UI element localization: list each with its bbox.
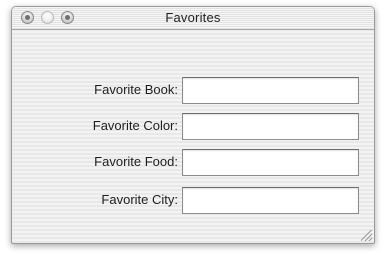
favorite-book-field[interactable] [182, 77, 359, 104]
favorite-food-label: Favorite Food: [94, 154, 178, 169]
favorite-color-field[interactable] [182, 113, 359, 140]
favorites-window: Favorites Favorite Book: Favorite Color:… [11, 6, 375, 244]
form-row-city: Favorite City: [12, 187, 374, 215]
form-row-food: Favorite Food: [12, 149, 374, 177]
title-bar[interactable]: Favorites [12, 7, 374, 30]
form-row-color: Favorite Color: [12, 113, 374, 141]
favorite-city-field[interactable] [182, 187, 359, 214]
favorite-city-label: Favorite City: [101, 192, 178, 207]
window-title: Favorites [165, 10, 221, 25]
favorite-food-field[interactable] [182, 149, 359, 176]
form-row-book: Favorite Book: [12, 77, 374, 105]
favorite-book-label: Favorite Book: [94, 82, 178, 97]
resize-grip-icon[interactable] [361, 230, 372, 241]
favorite-color-label: Favorite Color: [92, 118, 178, 133]
